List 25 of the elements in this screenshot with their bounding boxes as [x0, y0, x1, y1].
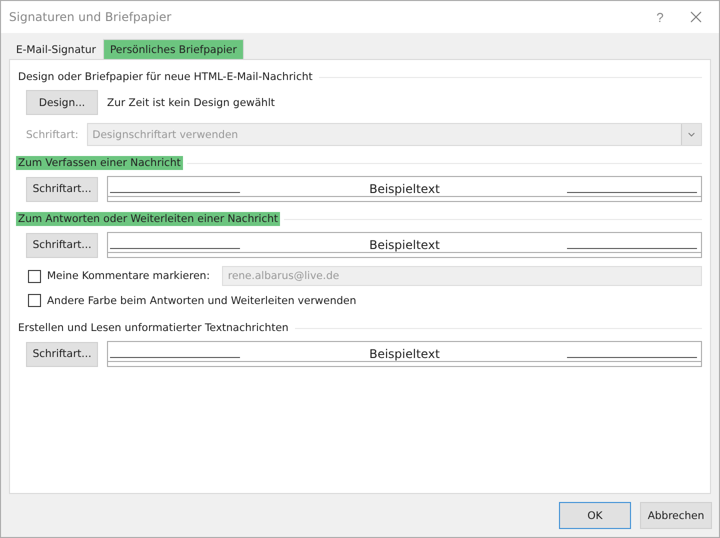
font-button[interactable]: Schriftart... — [26, 342, 98, 366]
checkbox-label: Meine Kommentare markieren: — [47, 270, 210, 282]
chevron-down-icon — [681, 124, 701, 145]
font-label: Schriftart: — [26, 128, 78, 140]
dialog-button[interactable]: OK — [559, 502, 631, 529]
window-title: Signaturen und Briefpapier — [9, 10, 172, 24]
close-icon — [690, 11, 702, 23]
checkbox[interactable] — [28, 294, 41, 307]
checkbox[interactable] — [28, 270, 41, 282]
design-status: Zur Zeit ist kein Design gewählt — [107, 96, 275, 108]
section-heading: Erstellen und Lesen unformatierter Textnachrichten — [17, 321, 290, 335]
tab[interactable]: Persönliches Briefpapier — [102, 39, 244, 59]
font-button[interactable]: Schriftart... — [26, 176, 98, 202]
font-preview: Beispieltext — [107, 176, 702, 202]
section-heading: Zum Antworten oder Weiterleiten einer Nachricht — [16, 212, 280, 226]
checkbox-label: Andere Farbe beim Antworten und Weiterleiten verwenden — [47, 294, 356, 306]
dialog-button[interactable]: Abbrechen — [640, 502, 712, 529]
font-preview: Beispieltext — [107, 232, 702, 258]
font-preview: Beispieltext — [107, 341, 702, 367]
section-heading: Zum Verfassen einer Nachricht — [16, 156, 183, 170]
font-button[interactable]: Schriftart... — [26, 232, 98, 258]
help-button[interactable]: ? — [645, 5, 675, 29]
design-button[interactable]: Design... — [26, 90, 98, 115]
section-heading: Design oder Briefpapier für neue HTML-E-Mail-Nachricht — [17, 70, 314, 84]
tab[interactable]: E-Mail-Signatur — [9, 39, 103, 59]
